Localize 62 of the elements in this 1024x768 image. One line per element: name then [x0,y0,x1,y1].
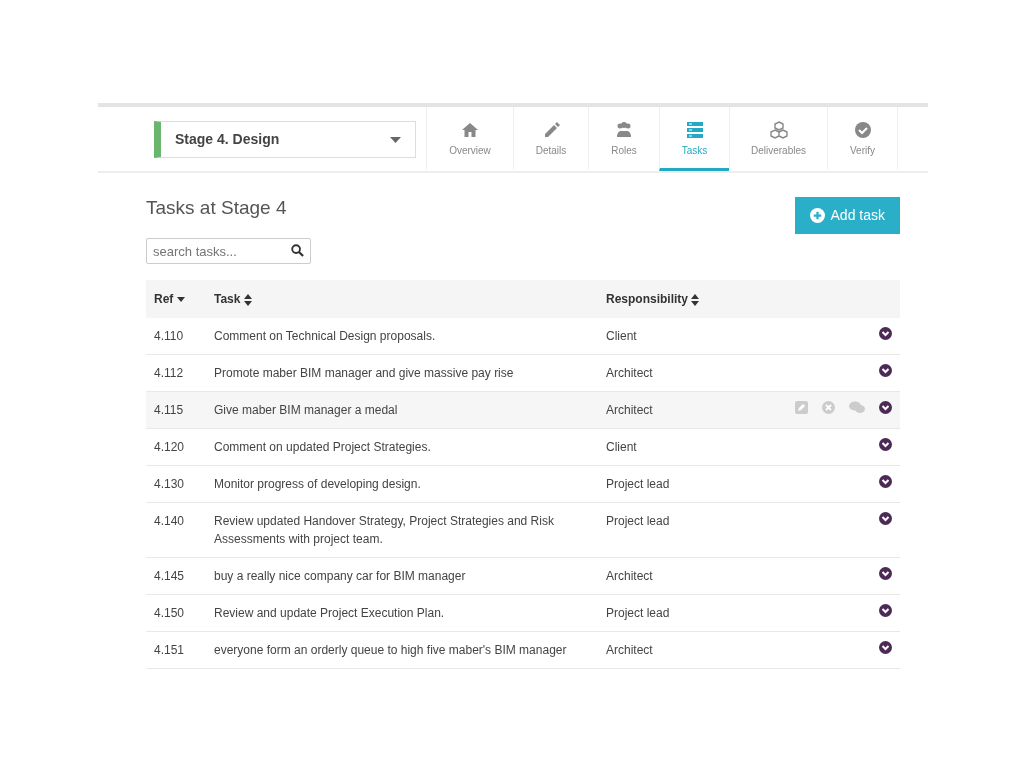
table-cell: 4.110 [146,318,206,355]
search-field[interactable]: search tasks... [146,238,311,264]
expand-icon[interactable] [879,567,892,580]
table-cell: 4.145 [146,557,206,595]
table-cell: everyone form an orderly queue to high five maber's BIM manager [206,631,598,669]
stage-value: Stage 4. Design [175,130,280,149]
sort-icon [176,297,185,303]
search-icon [291,244,304,257]
table-cell: Review updated Handover Strategy, Project Strategies and Risk Assessments with project team. [206,502,598,558]
table-cell: Project lead [598,502,747,558]
column-header[interactable]: Ref [146,280,206,318]
boxes-icon [769,121,788,139]
page-title: Tasks at Stage 4 [146,197,287,220]
expand-icon[interactable] [879,475,892,488]
table-cell: Promote maber BIM manager and give massive pay rise [206,354,598,392]
house-icon [461,121,479,139]
check-circle-icon [853,121,872,139]
expand-icon[interactable] [879,641,892,654]
add-task-button[interactable]: Add task [794,197,900,234]
table-cell: Client [598,318,747,355]
table-cell: Architect [598,557,747,595]
plus-circle-icon [809,208,825,223]
sort-icon [691,293,700,306]
table-cell: Give maber BIM manager a medal [206,391,598,429]
pencil-icon [542,121,560,139]
table-cell: Client [598,428,747,466]
column-header[interactable]: Task [206,280,598,318]
table-cell: 4.115 [146,391,206,429]
caret-icon [390,136,401,143]
table-cell: 4.140 [146,502,206,558]
table-cell: 4.112 [146,354,206,392]
expand-icon[interactable] [879,327,892,340]
nav-tab[interactable]: Tasks [659,107,729,171]
table-cell: Monitor progress of developing design. [206,465,598,503]
expand-icon[interactable] [879,512,892,525]
list-icon [685,121,704,139]
table-cell: 4.150 [146,594,206,632]
table-cell: Comment on Technical Design proposals. [206,318,598,355]
sort-icon [243,293,252,306]
nav-tab[interactable]: Verify [827,107,898,171]
table-cell: Architect [598,631,747,669]
expand-icon[interactable] [879,401,892,414]
expand-icon[interactable] [879,438,892,451]
table-cell: Architect [598,391,747,429]
stage-dropdown[interactable]: Stage 4. Design [154,121,416,158]
table-cell: Review and update Project Execution Plan. [206,594,598,632]
nav-tab[interactable]: Overview [426,107,513,171]
expand-icon[interactable] [879,364,892,377]
table-cell: Comment on updated Project Strategies. [206,428,598,466]
nav-tab[interactable]: Details [513,107,588,171]
table-cell: 4.130 [146,465,206,503]
table-cell: buy a really nice company car for BIM manager [206,557,598,595]
table-cell: 4.151 [146,631,206,669]
table-cell: Project lead [598,465,747,503]
nav-tab[interactable]: Roles [588,107,659,171]
table-cell: 4.120 [146,428,206,466]
expand-icon[interactable] [879,604,892,617]
table-cell: Architect [598,354,747,392]
table-cell: Project lead [598,594,747,632]
nav-tab[interactable]: Deliverables [729,107,827,171]
people-icon [615,121,633,139]
column-header[interactable]: Responsibility [598,280,747,318]
